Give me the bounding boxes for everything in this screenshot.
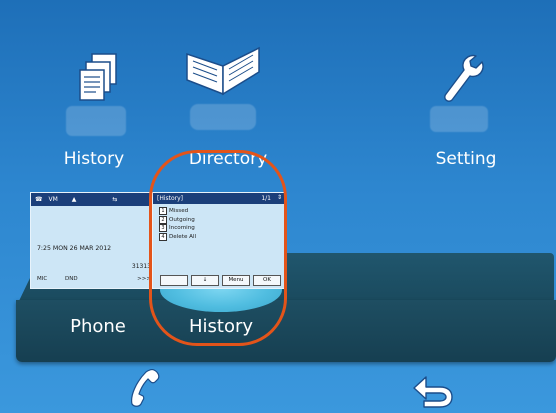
open-book-icon-reflection — [190, 104, 256, 130]
history-icon[interactable] — [78, 52, 122, 106]
back-arrow-icon[interactable] — [410, 374, 456, 408]
status-vm-label: VM — [48, 196, 58, 203]
softkey-mic: MIC — [37, 276, 48, 282]
handset-icon[interactable] — [128, 368, 162, 408]
phone-status-bar: ☎ VM ▲ ⇆ — [31, 193, 157, 206]
shelf-phone-label[interactable]: Phone — [48, 316, 148, 337]
status-signal-icon: ▲ — [71, 196, 77, 203]
phone-clock: 7:25 MON 26 MAR 2012 — [37, 245, 112, 252]
history-icon-reflection — [66, 106, 126, 136]
softkey-dnd: DND — [65, 276, 78, 282]
menu-setting-label[interactable]: Setting — [416, 149, 516, 169]
wrench-icon[interactable] — [440, 52, 484, 106]
wrench-icon-reflection — [430, 106, 488, 132]
phone-screen-thumbnail[interactable]: ☎ VM ▲ ⇆ 7:25 MON 26 MAR 2012 31313 MIC … — [30, 192, 158, 289]
open-book-icon[interactable] — [183, 44, 263, 100]
voicemail-icon: ☎ — [35, 196, 43, 203]
status-forward-icon: ⇆ — [112, 196, 118, 203]
menu-history-label[interactable]: History — [44, 149, 144, 169]
selection-highlight — [149, 150, 287, 346]
